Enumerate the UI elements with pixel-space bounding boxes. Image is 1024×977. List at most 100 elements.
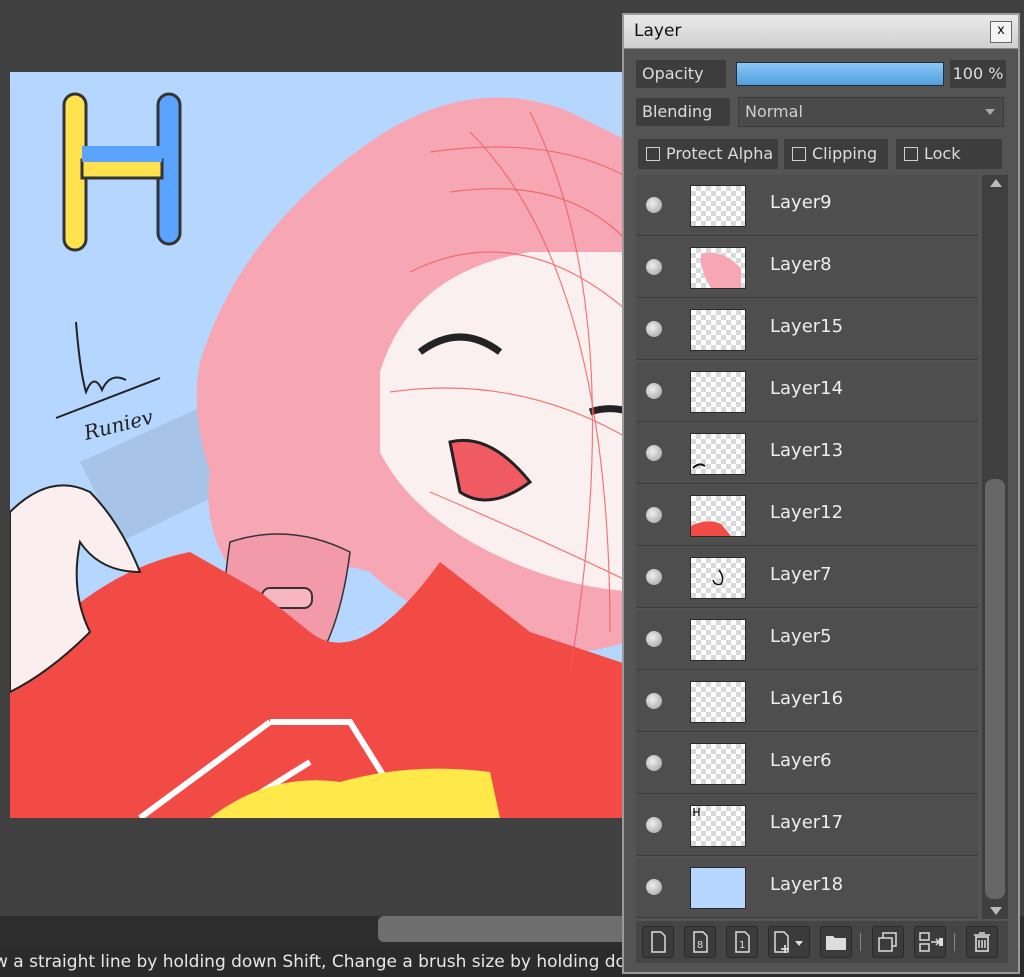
visibility-icon[interactable] (646, 321, 662, 337)
duplicate-layer-icon (878, 932, 897, 952)
layer-row[interactable]: Layer7 (636, 547, 978, 608)
layer-name: Layer8 (770, 254, 832, 275)
layer-name: Layer18 (770, 874, 844, 895)
scroll-down-icon[interactable] (990, 907, 1002, 915)
visibility-icon[interactable] (646, 693, 662, 709)
visibility-icon[interactable] (646, 445, 662, 461)
layer-list-scroll-thumb[interactable] (985, 479, 1005, 899)
visibility-icon[interactable] (646, 755, 662, 771)
layer-thumbnail (690, 681, 746, 723)
trash-icon (974, 932, 990, 952)
layer-panel-titlebar[interactable]: Layer x (624, 15, 1018, 49)
layer-name: Layer7 (770, 564, 832, 585)
layer-row[interactable]: Layer12 (636, 485, 978, 546)
lock-checkbox[interactable]: Lock (896, 139, 1002, 169)
toolbar-divider (954, 933, 955, 951)
status-message: w a straight line by holding down Shift,… (0, 952, 651, 972)
layer-thumbnail (690, 743, 746, 785)
layer-row[interactable]: Layer18 (636, 857, 978, 918)
drawing-canvas[interactable]: Runiev (10, 72, 650, 818)
layer-thumbnail (690, 867, 746, 909)
checkbox-icon (646, 147, 660, 161)
visibility-icon[interactable] (646, 817, 662, 833)
layer-name: Layer12 (770, 502, 844, 523)
signature: Runiev (55, 321, 161, 445)
new-8bit-layer-button[interactable]: 8 (684, 926, 716, 958)
delete-layer-button[interactable] (966, 926, 998, 958)
svg-text:8: 8 (697, 940, 703, 951)
blending-label: Blending (636, 98, 730, 126)
new-layer-icon (651, 931, 666, 953)
svg-text:1: 1 (739, 940, 745, 951)
layer-row[interactable]: Layer9 (636, 175, 978, 236)
layer-thumbnail (690, 185, 746, 227)
scroll-up-icon[interactable] (990, 179, 1002, 187)
opacity-slider[interactable] (736, 62, 944, 86)
checkbox-icon (792, 147, 806, 161)
folder-icon (826, 936, 846, 950)
layer-thumbnail (690, 805, 746, 847)
visibility-icon[interactable] (646, 197, 662, 213)
layer-row[interactable]: Layer17 (636, 795, 978, 856)
clipping-label: Clipping (812, 144, 878, 163)
visibility-icon[interactable] (646, 569, 662, 585)
visibility-icon[interactable] (646, 879, 662, 895)
layer-thumbnail (690, 557, 746, 599)
layer-name: Layer14 (770, 378, 844, 399)
new-1bit-layer-button[interactable]: 1 (726, 926, 758, 958)
layer-name: Layer6 (770, 750, 832, 771)
merge-down-icon (919, 932, 943, 952)
blending-value: Normal (745, 102, 803, 121)
layer-name: Layer13 (770, 440, 844, 461)
layer-name: Layer9 (770, 192, 832, 213)
layer-name: Layer17 (770, 812, 844, 833)
layer-panel-title: Layer (634, 21, 682, 41)
new-folder-button[interactable] (820, 926, 852, 958)
protect-alpha-label: Protect Alpha (666, 144, 774, 163)
lock-label: Lock (924, 144, 961, 163)
opacity-label: Opacity (636, 60, 726, 88)
layer-thumbnail (690, 433, 746, 475)
horizontal-scroll-thumb[interactable] (378, 916, 638, 942)
toolbar-divider (860, 933, 861, 951)
visibility-icon[interactable] (646, 383, 662, 399)
opacity-value[interactable]: 100 % (950, 60, 1006, 88)
app-window: Runiev w a straight line by holding down… (0, 0, 1024, 977)
new-8bit-layer-icon: 8 (693, 931, 708, 953)
layer-row[interactable]: Layer16 (636, 671, 978, 732)
layer-row[interactable]: Layer15 (636, 299, 978, 360)
layer-list: Layer9 Layer8 Layer15 Layer14 Layer13 La… (636, 175, 978, 919)
layer-toolbar: 8 1 (636, 921, 1008, 963)
layer-thumbnail (690, 371, 746, 413)
layer-panel: Layer x Opacity 100 % Blending Normal Pr… (622, 13, 1020, 974)
layer-thumbnail (690, 309, 746, 351)
close-button[interactable]: x (990, 21, 1012, 43)
layer-row[interactable]: Layer8 (636, 237, 978, 298)
protect-alpha-checkbox[interactable]: Protect Alpha (638, 139, 778, 169)
layer-thumbnail (690, 495, 746, 537)
layer-thumbnail (690, 247, 746, 289)
layer-row[interactable]: Layer13 (636, 423, 978, 484)
layer-list-scrollbar[interactable] (982, 175, 1008, 919)
layer-name: Layer16 (770, 688, 844, 709)
artwork: Runiev (10, 92, 650, 818)
visibility-icon[interactable] (646, 631, 662, 647)
add-layer-menu-icon (774, 931, 803, 953)
layer-row[interactable]: Layer5 (636, 609, 978, 670)
visibility-icon[interactable] (646, 259, 662, 275)
layer-row[interactable]: Layer6 (636, 733, 978, 794)
new-layer-button[interactable] (642, 926, 674, 958)
new-1bit-layer-icon: 1 (735, 931, 750, 953)
merge-down-button[interactable] (914, 926, 946, 958)
add-layer-menu-button[interactable] (768, 926, 810, 958)
layer-thumbnail (690, 619, 746, 661)
checkbox-icon (904, 147, 918, 161)
blending-select[interactable]: Normal (738, 97, 1004, 127)
visibility-icon[interactable] (646, 507, 662, 523)
layer-name: Layer15 (770, 316, 844, 337)
layer-row[interactable]: Layer14 (636, 361, 978, 422)
layer-name: Layer5 (770, 626, 832, 647)
duplicate-layer-button[interactable] (872, 926, 904, 958)
clipping-checkbox[interactable]: Clipping (784, 139, 888, 169)
chevron-down-icon (985, 109, 995, 115)
